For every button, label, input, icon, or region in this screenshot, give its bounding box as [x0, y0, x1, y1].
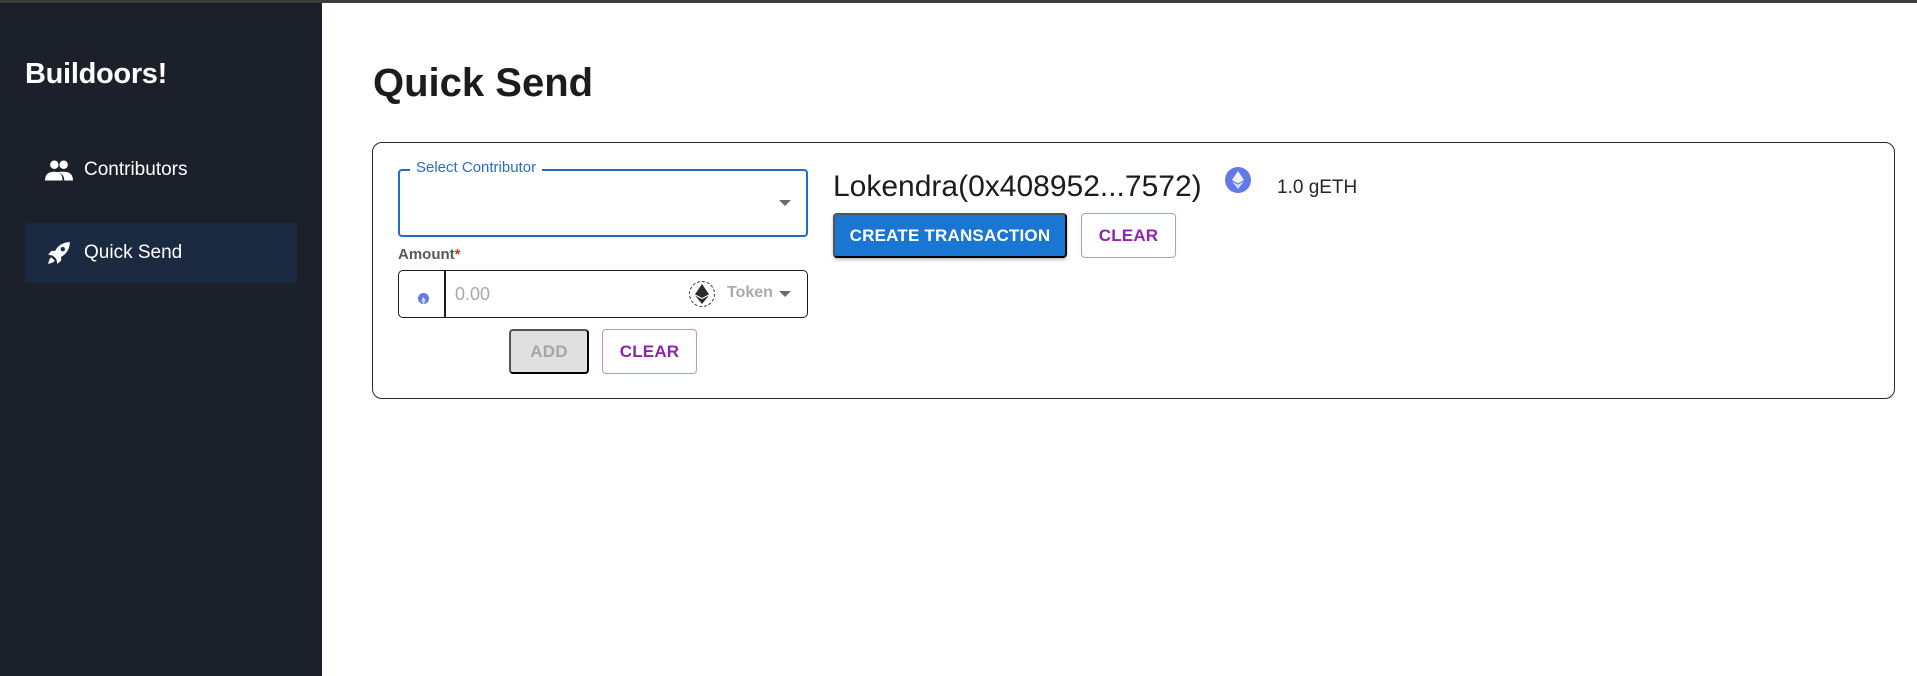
chevron-down-icon[interactable]	[779, 200, 791, 206]
amount-label: Amount*	[398, 246, 461, 263]
amount-divider	[444, 270, 446, 318]
sidebar-item-contributors[interactable]: Contributors	[25, 140, 297, 200]
eth-icon	[418, 293, 429, 304]
clear-transaction-button[interactable]: CLEAR	[1081, 213, 1176, 258]
amount-label-text: Amount	[398, 246, 455, 263]
required-mark: *	[454, 246, 461, 263]
ethereum-token-icon	[689, 281, 715, 307]
balance-amount: 1.0 gETH	[1277, 177, 1358, 198]
add-button[interactable]: ADD	[509, 329, 589, 374]
rocket-icon	[44, 238, 74, 268]
sidebar-item-label: Quick Send	[84, 242, 183, 263]
page-title: Quick Send	[373, 61, 594, 105]
sidebar-item-quick-send[interactable]: Quick Send	[25, 223, 297, 283]
token-select[interactable]: Token	[727, 284, 773, 302]
brand-title: Buildoors!	[25, 58, 167, 90]
sidebar-item-label: Contributors	[84, 159, 188, 180]
select-contributor-label: Select Contributor	[410, 159, 543, 176]
amount-input[interactable]	[455, 278, 675, 310]
eth-icon	[1225, 167, 1251, 193]
people-icon	[44, 155, 74, 185]
sidebar: Buildoors! Contributors Quick Send	[0, 3, 322, 676]
token-chevron-down-icon[interactable]	[779, 291, 791, 297]
clear-form-button[interactable]: CLEAR	[602, 329, 697, 374]
create-transaction-button[interactable]: CREATE TRANSACTION	[833, 213, 1067, 258]
select-contributor-dropdown[interactable]	[398, 169, 808, 237]
recipient-name: Lokendra(0x408952...7572)	[833, 170, 1202, 203]
